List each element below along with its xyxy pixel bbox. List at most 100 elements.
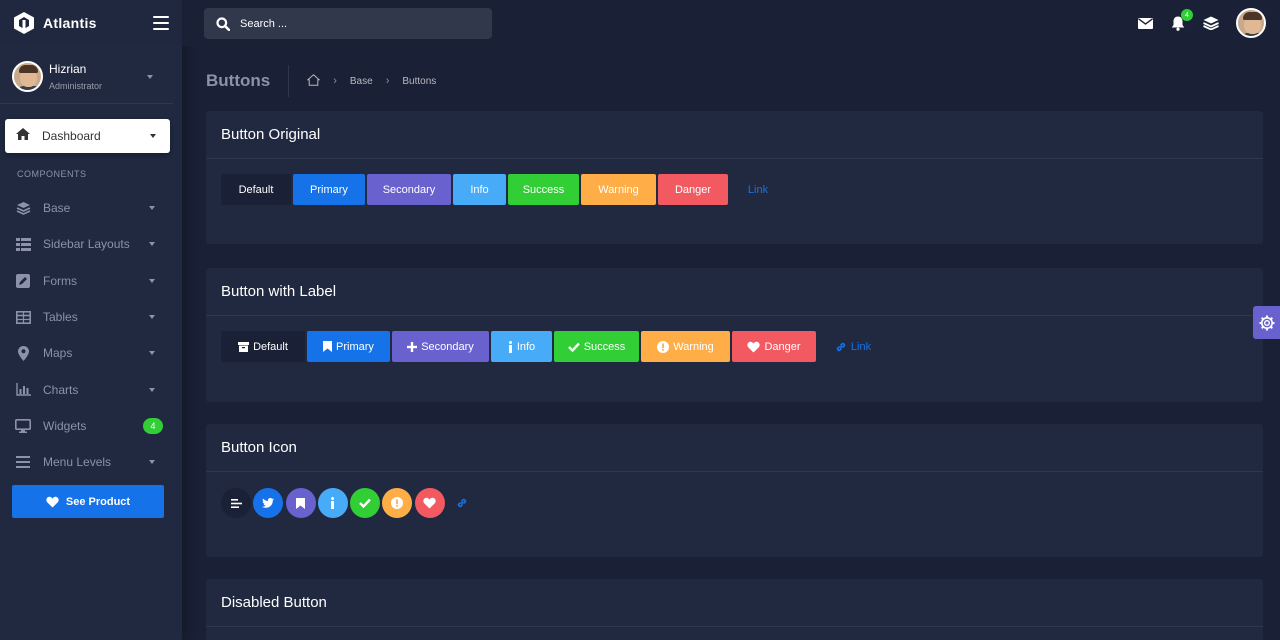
hamburger-menu-icon[interactable]: [153, 16, 169, 30]
atlantis-logo-icon: [13, 11, 35, 35]
check-icon-button[interactable]: [350, 488, 381, 518]
card-title: Button with Label: [221, 283, 337, 300]
default-label-button[interactable]: Default: [221, 331, 305, 362]
sidebar-item-charts[interactable]: Charts: [0, 371, 182, 407]
bookmark-icon: [323, 341, 333, 352]
twitter-icon-button[interactable]: [253, 488, 284, 518]
sidebar-item-tables[interactable]: Tables: [0, 299, 182, 335]
widgets-count-badge: 4: [143, 417, 163, 434]
button-label: Danger: [764, 340, 801, 353]
default-button[interactable]: Default: [221, 174, 291, 205]
chevron-right-icon: ›: [333, 75, 337, 87]
layers-icon[interactable]: [1203, 15, 1219, 31]
sidebar-item-label: Charts: [43, 382, 79, 397]
success-button[interactable]: Success: [508, 174, 579, 205]
link-icon: [457, 498, 467, 508]
info-icon-button[interactable]: [317, 488, 348, 518]
sidebar-item-menu-levels[interactable]: Menu Levels: [0, 444, 182, 480]
page-title: Buttons: [206, 71, 271, 90]
table-icon: [15, 310, 31, 324]
warning-icon-button[interactable]: [382, 488, 413, 518]
sidebar-item-widgets[interactable]: Widgets 4: [0, 408, 182, 444]
card-button-original: Button Original Default Primary Secondar…: [206, 111, 1263, 244]
chevron-down-icon: [149, 460, 155, 465]
success-label-button[interactable]: Success: [554, 331, 639, 362]
see-product-button[interactable]: See Product: [12, 485, 164, 518]
link-button[interactable]: Link: [730, 174, 786, 205]
bell-icon[interactable]: 4: [1170, 9, 1193, 31]
settings-gear-button[interactable]: [1253, 306, 1280, 339]
sidebar-item-sidebar-layouts[interactable]: Sidebar Layouts: [0, 226, 182, 262]
logo-bar: Atlantis: [0, 0, 182, 46]
card-button-with-label: Button with Label Default Primary Second…: [206, 268, 1263, 402]
secondary-label-button[interactable]: Secondary: [392, 331, 489, 362]
sidebar-item-label: Base: [43, 201, 71, 216]
warning-label-button[interactable]: Warning: [641, 331, 730, 362]
map-marker-icon: [15, 345, 31, 361]
exclamation-circle-icon: [391, 497, 404, 509]
search-icon: [216, 16, 230, 31]
heart-icon: [46, 496, 59, 507]
breadcrumb-item[interactable]: Buttons: [402, 76, 436, 87]
pen-square-icon: [15, 273, 31, 288]
breadcrumb: › Base › Buttons: [306, 73, 436, 89]
check-icon: [567, 342, 580, 352]
primary-label-button[interactable]: Primary: [307, 331, 390, 362]
sidebar-item-forms[interactable]: Forms: [0, 263, 182, 299]
gear-icon: [1259, 315, 1274, 330]
bar-chart-icon: [15, 383, 31, 397]
sidebar-item-label: Sidebar Layouts: [43, 237, 130, 252]
link-label-button[interactable]: Link: [818, 331, 888, 362]
nav-list: Base Sidebar Layouts Forms Tables Maps C…: [0, 190, 182, 480]
list-icon: [15, 237, 31, 251]
top-header: 4: [182, 0, 1280, 46]
sidebar-item-maps[interactable]: Maps: [0, 335, 182, 371]
notification-count-badge: 4: [1181, 9, 1193, 21]
align-left-icon: [230, 498, 242, 508]
button-label: Success: [583, 340, 626, 353]
exclamation-circle-icon: [657, 340, 670, 353]
search-input[interactable]: [240, 17, 470, 30]
app-name: Atlantis: [43, 15, 97, 31]
button-label: Warning: [673, 340, 714, 353]
sidebar-item-dashboard[interactable]: Dashboard: [5, 119, 170, 153]
default-icon-button[interactable]: [221, 488, 251, 518]
top-right-icons: 4: [1137, 8, 1266, 38]
card-title: Button Icon: [221, 439, 297, 456]
heart-icon-button[interactable]: [414, 488, 445, 518]
link-icon-button[interactable]: [447, 488, 477, 518]
layers-icon: [15, 201, 31, 216]
home-icon[interactable]: [306, 73, 321, 89]
chevron-down-icon: [149, 351, 155, 356]
user-role: Administrator: [49, 81, 103, 91]
user-profile[interactable]: Hizrian Administrator: [0, 46, 173, 104]
secondary-button[interactable]: Secondary: [367, 174, 451, 205]
archive-icon: [238, 341, 250, 352]
card-disabled-button: Disabled Button: [206, 579, 1263, 640]
sidebar-item-label: Maps: [43, 346, 73, 361]
plus-icon: [407, 341, 418, 352]
user-name: Hizrian: [49, 62, 87, 76]
sidebar-item-label: Widgets: [43, 418, 87, 433]
breadcrumb-item[interactable]: Base: [350, 76, 373, 87]
desktop-icon: [15, 418, 31, 433]
danger-button[interactable]: Danger: [658, 174, 728, 205]
header-avatar[interactable]: [1236, 8, 1266, 38]
info-button[interactable]: Info: [453, 174, 506, 205]
search-box[interactable]: [204, 8, 492, 39]
sidebar-item-label: Forms: [43, 273, 77, 288]
chevron-down-icon: [149, 387, 155, 392]
chevron-down-icon: [149, 315, 155, 320]
sidebar-item-base[interactable]: Base: [0, 190, 182, 226]
info-label-button[interactable]: Info: [491, 331, 552, 362]
bookmark-icon: [296, 497, 306, 509]
sidebar-item-label: Menu Levels: [43, 455, 112, 470]
primary-button[interactable]: Primary: [293, 174, 365, 205]
envelope-icon[interactable]: [1137, 15, 1153, 31]
check-icon: [359, 498, 372, 508]
bookmark-icon-button[interactable]: [285, 488, 316, 518]
danger-label-button[interactable]: Danger: [732, 331, 816, 362]
warning-button[interactable]: Warning: [581, 174, 656, 205]
heart-icon: [747, 341, 761, 352]
link-icon: [836, 342, 846, 351]
